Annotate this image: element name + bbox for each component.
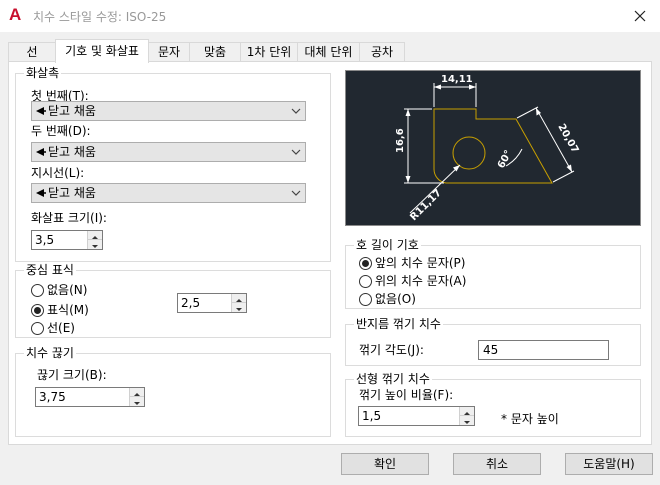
arc-preceding-radio[interactable] bbox=[359, 257, 372, 270]
caret-down-icon bbox=[464, 421, 470, 424]
help-button[interactable]: 도움말(H) bbox=[565, 453, 653, 475]
break-size-spinner[interactable]: 3,75 bbox=[35, 387, 145, 407]
dim-break-title: 치수 끊기 bbox=[24, 345, 76, 361]
spin-down-button[interactable] bbox=[130, 397, 144, 406]
tab-text[interactable]: 문자 bbox=[148, 42, 190, 62]
leader-arrow-value: 닫고 채움 bbox=[48, 186, 96, 200]
first-arrow-value: 닫고 채움 bbox=[48, 104, 96, 118]
second-arrow-label: 두 번째(D): bbox=[31, 124, 91, 138]
caret-down-icon bbox=[134, 402, 140, 405]
center-mark-mark-radio[interactable] bbox=[31, 304, 44, 317]
spin-down-button[interactable] bbox=[88, 240, 102, 249]
filled-arrow-icon bbox=[36, 107, 46, 115]
spin-up-button[interactable] bbox=[130, 388, 144, 397]
autocad-logo-icon: A bbox=[9, 5, 22, 24]
arrowheads-title: 화살촉 bbox=[24, 65, 62, 81]
jog-height-label: 꺾기 높이 비율(F): bbox=[359, 388, 454, 402]
caret-down-icon bbox=[92, 245, 98, 248]
break-size-value: 3,75 bbox=[39, 390, 66, 404]
tab-panel: 화살촉 첫 번째(T): 닫고 채움 두 번째(D): 닫고 채움 지시선(L)… bbox=[8, 61, 652, 445]
arc-above-radio[interactable] bbox=[359, 275, 372, 288]
tab-alternate-units[interactable]: 대체 단위 bbox=[297, 42, 360, 62]
tab-strip: 선 기호 및 화살표 문자 맞춤 1차 단위 대체 단위 공차 bbox=[8, 39, 658, 63]
break-size-spin-buttons bbox=[129, 388, 144, 406]
close-button[interactable] bbox=[630, 6, 650, 26]
filled-arrow-icon bbox=[36, 148, 46, 156]
filled-arrow-icon bbox=[36, 189, 46, 197]
center-mark-size-value: 2,5 bbox=[181, 296, 201, 310]
spin-down-button[interactable] bbox=[232, 303, 246, 312]
arrow-size-label: 화살표 크기(I): bbox=[31, 211, 107, 225]
center-mark-line-label: 선(E) bbox=[47, 321, 75, 335]
ok-button[interactable]: 확인 bbox=[341, 453, 429, 475]
dim-left-text: 16,6 bbox=[395, 128, 406, 153]
jog-height-value: 1,5 bbox=[362, 409, 382, 423]
arrow-size-value: 3,5 bbox=[35, 233, 55, 247]
spin-up-button[interactable] bbox=[460, 407, 474, 416]
arrow-size-spinner[interactable]: 3,5 bbox=[31, 230, 103, 250]
tab-tolerances[interactable]: 공차 bbox=[359, 42, 405, 62]
center-marks-title: 중심 표식 bbox=[24, 262, 76, 278]
arc-none-radio[interactable] bbox=[359, 293, 372, 306]
jog-angle-input[interactable]: 45 bbox=[478, 340, 609, 360]
center-mark-spin-buttons bbox=[231, 294, 246, 312]
arc-preceding-label: 앞의 치수 문자(P) bbox=[375, 256, 466, 270]
tab-primary-units[interactable]: 1차 단위 bbox=[240, 42, 298, 62]
dim-radius-text: R11,17 bbox=[408, 188, 444, 224]
first-arrow-select[interactable]: 닫고 채움 bbox=[31, 101, 306, 121]
arc-length-title: 호 길이 기호 bbox=[354, 237, 421, 253]
break-size-label: 끊기 크기(B): bbox=[37, 368, 107, 382]
close-icon bbox=[634, 10, 646, 22]
center-mark-none-radio[interactable] bbox=[31, 284, 44, 297]
chevron-down-icon bbox=[291, 190, 301, 196]
dimension-preview: 14,11 16,6 20,07 60° R11,17 bbox=[345, 70, 641, 226]
center-mark-none-label: 없음(N) bbox=[47, 283, 88, 297]
window-title: 치수 스타일 수정: ISO-25 bbox=[33, 10, 167, 24]
center-mark-line-radio[interactable] bbox=[31, 322, 44, 335]
tab-symbols-arrows[interactable]: 기호 및 화살표 bbox=[55, 39, 149, 63]
tab-lines[interactable]: 선 bbox=[8, 42, 56, 62]
title-bar: A 치수 스타일 수정: ISO-25 bbox=[0, 0, 660, 32]
arc-none-label: 없음(O) bbox=[375, 292, 416, 306]
jog-height-spin-buttons bbox=[459, 407, 474, 425]
arrow-size-spin-buttons bbox=[87, 231, 102, 249]
jog-angle-label: 꺾기 각도(J): bbox=[359, 343, 424, 357]
dim-angle-text: 60° bbox=[496, 149, 515, 171]
arc-above-label: 위의 치수 문자(A) bbox=[375, 274, 467, 288]
text-height-suffix: * 문자 높이 bbox=[501, 412, 559, 426]
spin-up-button[interactable] bbox=[88, 231, 102, 240]
preview-drawing: 14,11 16,6 20,07 60° R11,17 bbox=[395, 74, 580, 224]
center-mark-mark-label: 표식(M) bbox=[47, 303, 89, 317]
second-arrow-value: 닫고 채움 bbox=[48, 145, 96, 159]
caret-down-icon bbox=[236, 308, 242, 311]
chevron-down-icon bbox=[291, 108, 301, 114]
leader-arrow-label: 지시선(L): bbox=[31, 166, 85, 180]
tab-fit[interactable]: 맞춤 bbox=[189, 42, 241, 62]
second-arrow-select[interactable]: 닫고 채움 bbox=[31, 142, 306, 162]
jog-angle-value: 45 bbox=[483, 343, 499, 357]
radius-jog-title: 반지름 꺾기 치수 bbox=[354, 316, 443, 332]
jog-height-spinner[interactable]: 1,5 bbox=[358, 406, 475, 426]
leader-arrow-select[interactable]: 닫고 채움 bbox=[31, 183, 306, 203]
chevron-down-icon bbox=[291, 149, 301, 155]
cancel-button[interactable]: 취소 bbox=[453, 453, 541, 475]
center-mark-size-spinner[interactable]: 2,5 bbox=[177, 293, 247, 313]
spin-up-button[interactable] bbox=[232, 294, 246, 303]
linear-jog-title: 선형 꺾기 치수 bbox=[354, 371, 432, 387]
dim-top-text: 14,11 bbox=[441, 74, 473, 85]
spin-down-button[interactable] bbox=[460, 416, 474, 425]
dim-right-text: 20,07 bbox=[555, 122, 580, 155]
